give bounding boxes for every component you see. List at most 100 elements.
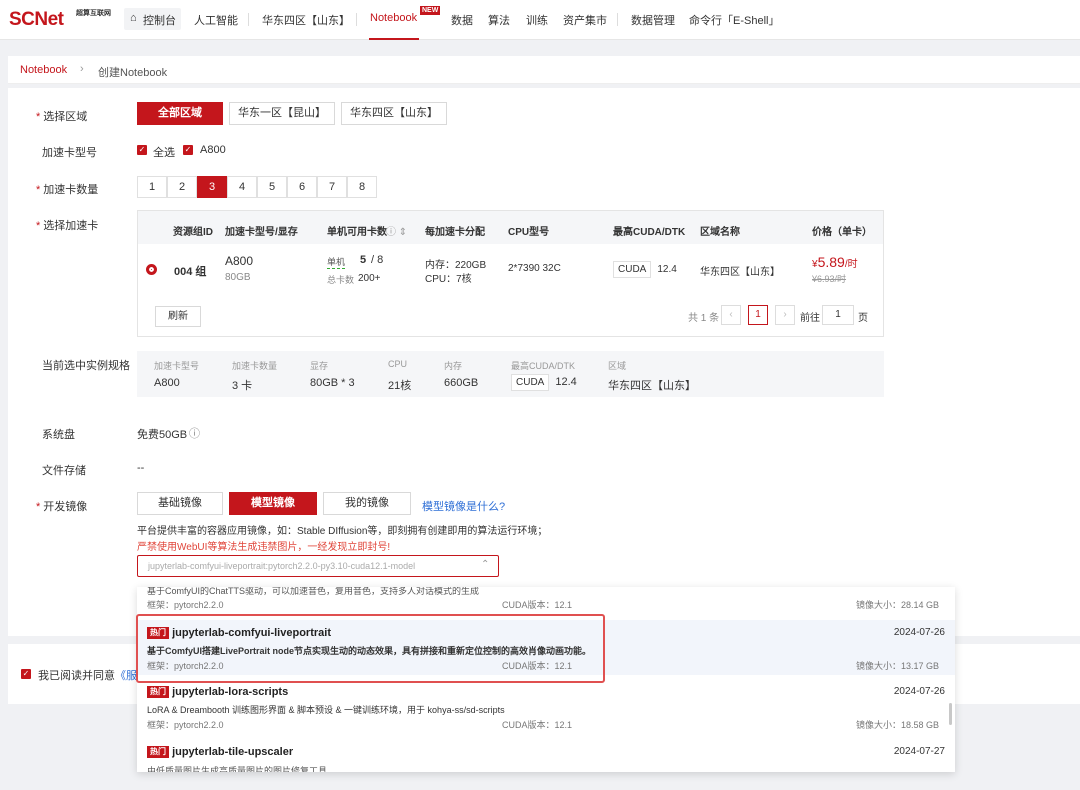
single-total: / 8: [371, 254, 384, 266]
spec-region-h: 区域: [608, 361, 627, 371]
total-label: 总卡数: [327, 275, 355, 285]
cuda-cell: CUDA 12.4: [613, 261, 677, 278]
breadcrumb-notebook[interactable]: Notebook: [20, 64, 67, 76]
region-all-button[interactable]: 全部区域: [137, 102, 223, 125]
image-title: 热门 jupyterlab-tile-upscaler: [147, 746, 293, 758]
group-id: 004 组: [174, 266, 207, 278]
dropdown-scrollbar[interactable]: [949, 703, 952, 725]
nav-data[interactable]: 数据: [451, 12, 473, 28]
pager-next[interactable]: ›: [775, 305, 795, 325]
nav-console-label[interactable]: 控制台: [143, 12, 176, 28]
storage-value: --: [137, 462, 145, 474]
spec-region: 华东四区【山东】: [608, 380, 696, 392]
pager-page-1[interactable]: 1: [748, 305, 768, 325]
a800-label: A800: [200, 144, 226, 156]
spec-card-type-h: 加速卡型号: [154, 361, 200, 371]
agree-checkbox[interactable]: ✓: [21, 669, 31, 679]
card-count-label: * 加速卡数量: [36, 184, 99, 196]
image-warning: 严禁使用WebUI等算法生成违禁图片，一经发现立即封号!: [137, 542, 391, 553]
total-value: 200+: [358, 273, 381, 284]
nav-active-underline: [369, 38, 419, 40]
cuda-tag: CUDA: [511, 374, 550, 391]
gpu-table-header: 资源组ID 加速卡型号/显存 单机可用卡数 ⓘ ⇕ 每加速卡分配 CPU型号 最…: [138, 211, 883, 244]
price-value: 5.89: [817, 254, 845, 270]
select-card-label: * 选择加速卡: [36, 220, 99, 232]
region-kunshan-button[interactable]: 华东一区【昆山】: [229, 102, 335, 125]
select-all-checkbox[interactable]: ✓: [137, 145, 147, 155]
image-desc: LoRA & Dreambooth 训练图形界面 & 脚本预设 & 一键训练环境…: [147, 705, 505, 715]
pager-total: 共 1 条: [688, 313, 720, 324]
spec-label: 当前选中实例规格: [42, 360, 130, 372]
th-price: 价格（单卡）: [812, 227, 872, 238]
th-group-id: 资源组ID: [173, 227, 213, 238]
logo-subtitle: 超算互联网: [76, 10, 111, 17]
list-item[interactable]: 热门 jupyterlab-lora-scripts 2024-07-26 Lo…: [137, 679, 955, 734]
count-option-1[interactable]: 1: [137, 176, 167, 198]
tab-model-image[interactable]: 模型镜像: [229, 492, 317, 515]
cuda-version: 12.4: [657, 264, 677, 275]
gpu-table: 资源组ID 加速卡型号/显存 单机可用卡数 ⓘ ⇕ 每加速卡分配 CPU型号 最…: [137, 210, 884, 337]
count-option-5[interactable]: 5: [257, 176, 287, 198]
spec-vram: 80GB * 3: [310, 377, 355, 389]
single-available: 5: [360, 254, 367, 266]
count-option-7[interactable]: 7: [317, 176, 347, 198]
image-cuda: CUDA版本：12.1: [502, 600, 573, 610]
refresh-button[interactable]: 刷新: [155, 306, 201, 327]
new-badge: NEW: [420, 6, 441, 15]
image-size: 镜像大小：28.14 GB: [855, 600, 939, 610]
nav-algorithm[interactable]: 算法: [488, 12, 510, 28]
nav-region[interactable]: 华东四区【山东】: [262, 12, 350, 28]
count-option-3[interactable]: 3: [197, 176, 227, 198]
image-desc: 由低质量图片生成高质量图片的图片修复工具: [147, 766, 328, 772]
agree-text: 我已阅读并同意: [38, 670, 115, 682]
nav-eshell[interactable]: 命令行「E-Shell」: [689, 12, 779, 28]
scnet-logo[interactable]: SCNet: [9, 9, 64, 31]
count-option-6[interactable]: 6: [287, 176, 317, 198]
a800-checkbox[interactable]: ✓: [183, 145, 193, 155]
th-cuda: 最高CUDA/DTK: [613, 227, 686, 238]
mem-alloc: 内存：220GB: [425, 260, 487, 271]
card-type-label: 加速卡型号: [42, 147, 97, 159]
chevron-right-icon: ›: [80, 63, 84, 75]
spec-card-type: A800: [154, 377, 180, 389]
count-option-2[interactable]: 2: [167, 176, 197, 198]
region-cell: 华东四区【山东】: [700, 267, 780, 278]
row-radio-selected[interactable]: [146, 264, 157, 275]
image-size: 镜像大小：18.58 GB: [855, 720, 939, 730]
spec-cuda-h: 最高CUDA/DTK: [511, 361, 576, 371]
nav-data-management[interactable]: 数据管理: [631, 12, 675, 28]
pager-goto-input[interactable]: 1: [822, 305, 854, 325]
nav-divider: [248, 13, 249, 26]
spec-mem-h: 内存: [444, 361, 463, 371]
image-date: 2024-07-27: [893, 746, 945, 757]
image-select-value: jupyterlab-comfyui-liveportrait:pytorch2…: [148, 561, 416, 571]
tab-base-image[interactable]: 基础镜像: [137, 492, 223, 515]
region-shandong-button[interactable]: 华东四区【山东】: [341, 102, 447, 125]
model-image-help-link[interactable]: 模型镜像是什么?: [422, 498, 505, 514]
nav-training[interactable]: 训练: [526, 12, 548, 28]
disk-value: 免费50GB: [137, 429, 188, 441]
card-model: A800: [225, 254, 254, 268]
nav-notebook[interactable]: Notebook: [370, 12, 417, 24]
pager-prev[interactable]: ‹: [721, 305, 741, 325]
image-framework: 框架：pytorch2.2.0: [147, 720, 224, 730]
cuda-tag: CUDA: [613, 261, 652, 278]
image-select[interactable]: jupyterlab-comfyui-liveportrait:pytorch2…: [137, 555, 499, 577]
help-icon[interactable]: ⓘ: [189, 425, 200, 441]
breadcrumb-current: 创建Notebook: [98, 67, 168, 79]
hot-badge: 热门: [147, 686, 169, 698]
tab-my-image[interactable]: 我的镜像: [323, 492, 411, 515]
count-option-8[interactable]: 8: [347, 176, 377, 198]
help-icon: ⓘ ⇕: [386, 227, 408, 238]
nav-ai[interactable]: 人工智能: [194, 12, 238, 28]
chevron-up-icon: ⌃: [481, 559, 490, 570]
price-cell: ¥5.89/时: [812, 254, 858, 270]
top-nav: SCNet 超算互联网 ⌂ 控制台 人工智能 华东四区【山东】 Notebook…: [0, 0, 1080, 40]
list-item[interactable]: 热门 jupyterlab-tile-upscaler 2024-07-27 由…: [137, 739, 955, 772]
count-option-4[interactable]: 4: [227, 176, 257, 198]
image-size: 镜像大小：13.17 GB: [855, 661, 939, 671]
pager-page-unit: 页: [858, 313, 868, 324]
th-card-model: 加速卡型号/显存: [225, 227, 298, 238]
hot-badge: 热门: [147, 746, 169, 758]
nav-asset-market[interactable]: 资产集市: [563, 12, 607, 28]
